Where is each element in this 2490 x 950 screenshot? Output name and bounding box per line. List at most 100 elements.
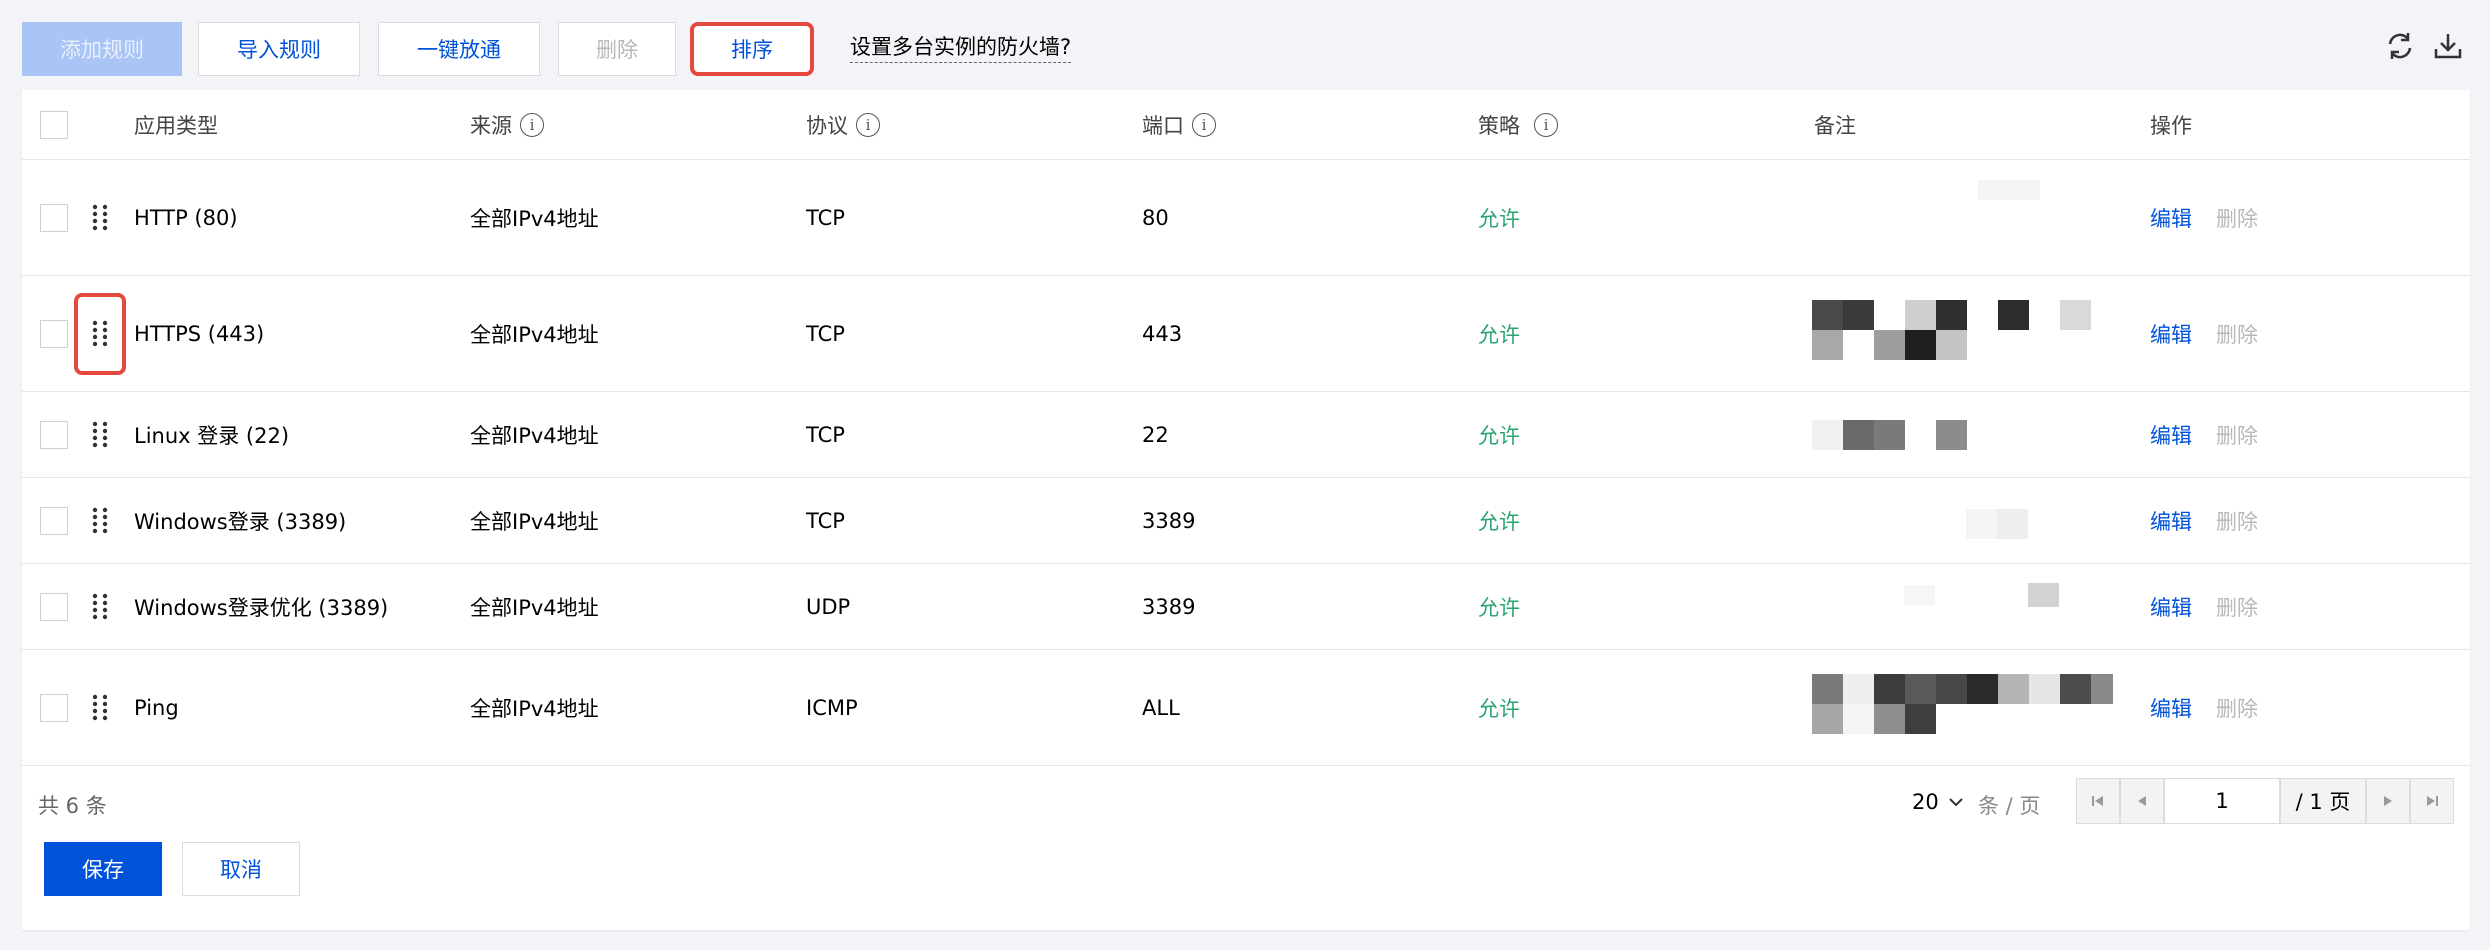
app-type-cell: Windows登录优化 (3389) <box>134 595 389 620</box>
table-row: Linux 登录 (22) 全部IPv4地址 TCP 22 允许 编辑 删除 <box>22 392 2470 478</box>
delete-link[interactable]: 删除 <box>2216 592 2258 622</box>
info-icon[interactable]: i <box>1192 112 1216 137</box>
sort-button[interactable]: 排序 <box>690 22 814 76</box>
delete-link[interactable]: 删除 <box>2216 693 2258 723</box>
info-icon[interactable]: i <box>1534 112 1558 137</box>
table-row: HTTP (80) 全部IPv4地址 TCP 80 允许 编辑 删除 <box>22 160 2470 276</box>
select-all-checkbox[interactable] <box>40 110 68 139</box>
app-type-cell: Linux 登录 (22) <box>134 423 290 448</box>
header-actions: 操作 <box>2150 113 2192 138</box>
drag-handle-icon[interactable] <box>88 592 112 622</box>
page-number-input[interactable]: 1 <box>2164 778 2280 824</box>
header-policy: 策略 i <box>1478 90 1558 159</box>
drag-handle-icon[interactable] <box>88 203 112 233</box>
port-cell: 22 <box>1142 422 1169 447</box>
total-count: 共 6 条 <box>38 794 107 818</box>
delete-link[interactable]: 删除 <box>2216 319 2258 349</box>
multi-instance-firewall-help-link[interactable]: 设置多台实例的防火墙? <box>850 34 1072 63</box>
table-row: Windows登录 (3389) 全部IPv4地址 TCP 3389 允许 编辑… <box>22 478 2470 564</box>
first-page-button[interactable] <box>2076 778 2120 824</box>
edit-link[interactable]: 编辑 <box>2150 319 2192 349</box>
edit-link[interactable]: 编辑 <box>2150 506 2192 536</box>
edit-link[interactable]: 编辑 <box>2150 420 2192 450</box>
header-policy-label: 策略 <box>1478 113 1520 138</box>
protocol-cell: TCP <box>806 422 845 447</box>
source-cell: 全部IPv4地址 <box>470 423 599 448</box>
delete-link[interactable]: 删除 <box>2216 420 2258 450</box>
row-checkbox[interactable] <box>40 592 68 621</box>
row-checkbox[interactable] <box>40 203 68 232</box>
info-icon[interactable]: i <box>520 112 544 137</box>
last-page-button[interactable] <box>2410 778 2454 824</box>
row-checkbox[interactable] <box>40 506 68 535</box>
table-header: 应用类型 来源 i 协议 i 端口 i 策略 i 备注 操作 <box>22 90 2470 160</box>
header-source: 来源 i <box>470 90 544 159</box>
port-cell: 3389 <box>1142 508 1196 533</box>
policy-cell: 允许 <box>1478 696 1520 721</box>
drag-handle-icon[interactable] <box>88 506 112 536</box>
page-size-unit: 条 / 页 <box>1978 794 2041 818</box>
drag-handle-icon[interactable] <box>88 420 112 450</box>
source-cell: 全部IPv4地址 <box>470 322 599 347</box>
header-protocol-label: 协议 <box>806 113 848 138</box>
info-icon[interactable]: i <box>856 112 880 137</box>
table-row: HTTPS (443) 全部IPv4地址 TCP 443 允许 编辑 删除 <box>22 276 2470 392</box>
prev-page-button[interactable] <box>2120 778 2164 824</box>
protocol-cell: UDP <box>806 594 851 619</box>
policy-cell: 允许 <box>1478 423 1520 448</box>
policy-cell: 允许 <box>1478 206 1520 231</box>
port-cell: 80 <box>1142 205 1169 230</box>
next-page-button[interactable] <box>2366 778 2410 824</box>
save-button[interactable]: 保存 <box>44 842 162 896</box>
rules-table-panel: 应用类型 来源 i 协议 i 端口 i 策略 i 备注 操作 HTTP (80) 全部I… <box>22 90 2470 930</box>
drag-handle-highlight <box>74 292 126 375</box>
actions-cell: 编辑 删除 <box>2150 276 2258 391</box>
delete-link[interactable]: 删除 <box>2216 203 2258 233</box>
next-page-icon <box>2384 796 2392 806</box>
source-cell: 全部IPv4地址 <box>470 206 599 231</box>
edit-link[interactable]: 编辑 <box>2150 203 2192 233</box>
cancel-button[interactable]: 取消 <box>182 842 300 896</box>
header-app-type: 应用类型 <box>134 113 218 138</box>
table-row: Ping 全部IPv4地址 ICMP ALL 允许 编辑 删除 <box>22 650 2470 766</box>
protocol-cell: TCP <box>806 321 845 346</box>
header-port-label: 端口 <box>1142 113 1184 138</box>
actions-cell: 编辑 删除 <box>2150 650 2258 765</box>
app-type-cell: Windows登录 (3389) <box>134 509 347 534</box>
delete-button[interactable]: 删除 <box>558 22 676 76</box>
edit-link[interactable]: 编辑 <box>2150 592 2192 622</box>
app-type-cell: Ping <box>134 695 179 720</box>
header-port: 端口 i <box>1142 90 1216 159</box>
download-icon[interactable] <box>2432 30 2464 62</box>
add-rule-button[interactable]: 添加规则 <box>22 22 182 76</box>
refresh-icon[interactable] <box>2384 30 2416 62</box>
app-type-cell: HTTPS (443) <box>134 321 265 346</box>
chevron-down-icon <box>1949 798 1963 807</box>
actions-cell: 编辑 删除 <box>2150 478 2258 563</box>
first-page-icon <box>2092 796 2103 806</box>
source-cell: 全部IPv4地址 <box>470 696 599 721</box>
page-size-select[interactable]: 20 <box>1912 790 1965 814</box>
header-remark: 备注 <box>1814 113 1856 138</box>
policy-cell: 允许 <box>1478 595 1520 620</box>
one-click-allow-button[interactable]: 一键放通 <box>378 22 540 76</box>
delete-link[interactable]: 删除 <box>2216 506 2258 536</box>
table-row: Windows登录优化 (3389) 全部IPv4地址 UDP 3389 允许 … <box>22 564 2470 650</box>
last-page-icon <box>2427 796 2438 806</box>
source-cell: 全部IPv4地址 <box>470 509 599 534</box>
row-checkbox[interactable] <box>40 319 68 348</box>
header-protocol: 协议 i <box>806 90 880 159</box>
port-cell: ALL <box>1142 695 1180 720</box>
import-rules-button[interactable]: 导入规则 <box>198 22 360 76</box>
row-checkbox[interactable] <box>40 420 68 449</box>
policy-cell: 允许 <box>1478 322 1520 347</box>
pagination: 1 / 1 页 <box>2076 778 2454 824</box>
drag-handle-icon[interactable] <box>88 693 112 723</box>
prev-page-icon <box>2138 796 2146 806</box>
policy-cell: 允许 <box>1478 509 1520 534</box>
header-source-label: 来源 <box>470 113 512 138</box>
actions-cell: 编辑 删除 <box>2150 392 2258 477</box>
total-pages: / 1 页 <box>2280 778 2366 824</box>
row-checkbox[interactable] <box>40 693 68 722</box>
edit-link[interactable]: 编辑 <box>2150 693 2192 723</box>
